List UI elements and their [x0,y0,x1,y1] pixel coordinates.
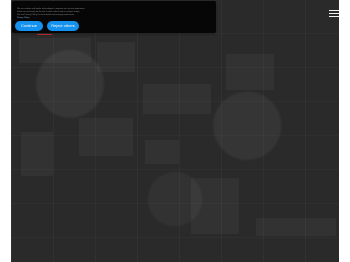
menu-icon [329,13,339,14]
background-content-block [226,54,274,90]
background-content-block [143,84,211,114]
menu-icon [329,16,339,17]
active-accent-indicator [37,34,52,35]
menu-button[interactable] [329,9,339,18]
cookie-consent-text: We use cookies and similar technologies … [17,5,155,20]
background-content-block [79,118,133,156]
menu-icon [329,10,339,11]
cookie-consent-banner: We use cookies and similar technologies … [12,1,216,33]
background-content-block [145,140,179,164]
background-content-block [256,218,336,236]
background-content-block [97,42,135,72]
privacy-policy-link[interactable]: Privacy Policy [17,17,29,19]
continue-button[interactable]: Continue [15,21,43,31]
background-content-block [19,38,91,63]
cookie-consent-message: We use cookies and similar technologies … [17,8,86,16]
reject-others-button[interactable]: Reject others [47,21,79,31]
background-content-block [191,178,239,234]
page-viewport [11,0,339,262]
background-content-block [21,132,53,176]
